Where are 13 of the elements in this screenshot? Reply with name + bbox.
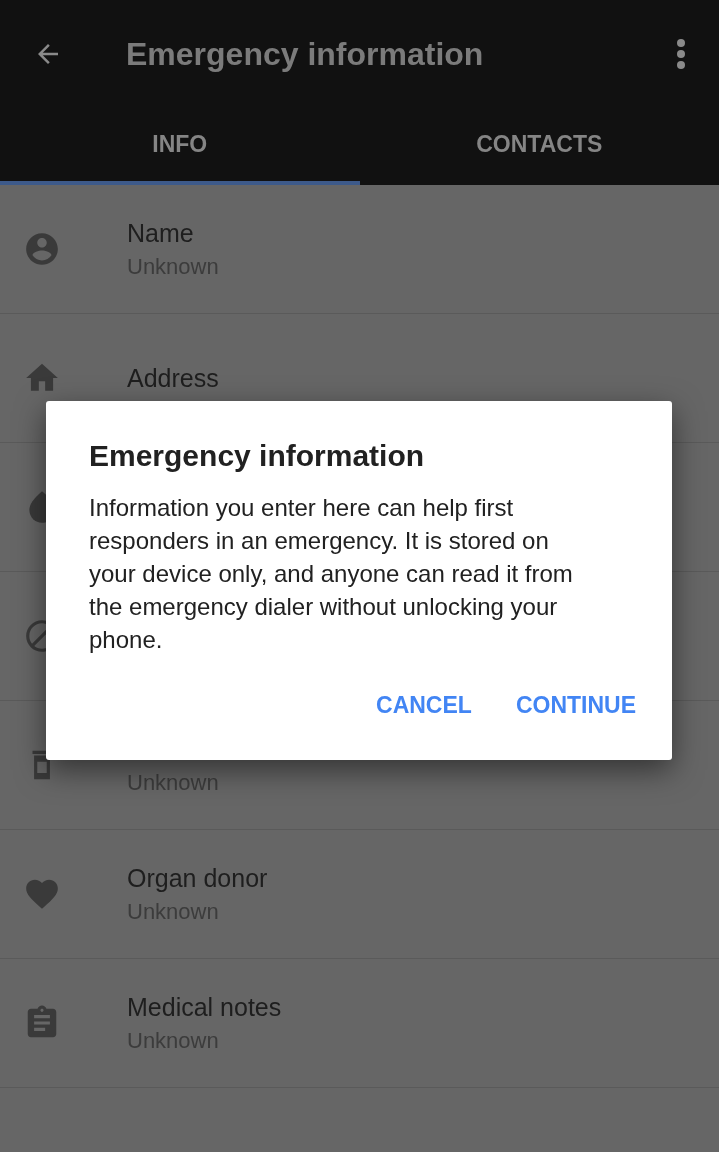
field-label: Address: [127, 363, 219, 393]
dialog-title: Emergency information: [89, 439, 426, 473]
screen-title: Emergency information: [126, 35, 485, 73]
tab[interactable]: CONTACTS: [359, 108, 719, 185]
drop-icon: [26, 490, 46, 524]
tab[interactable]: INFO: [0, 108, 360, 185]
field-label: Name: [127, 218, 195, 248]
dialog-action-button[interactable]: CONTINUE: [503, 682, 648, 729]
dialog-message: Information you enter here can help first responders in an emergency. It is stored on your device only, and anyone can read it from the emergency dialer without unlocking your phone.: [89, 493, 574, 655]
field-label: Medical notes: [127, 992, 282, 1022]
block-icon: [26, 619, 46, 653]
dialog-action-button[interactable]: CANCEL: [364, 682, 484, 729]
field-label: Organ donor: [127, 863, 268, 893]
